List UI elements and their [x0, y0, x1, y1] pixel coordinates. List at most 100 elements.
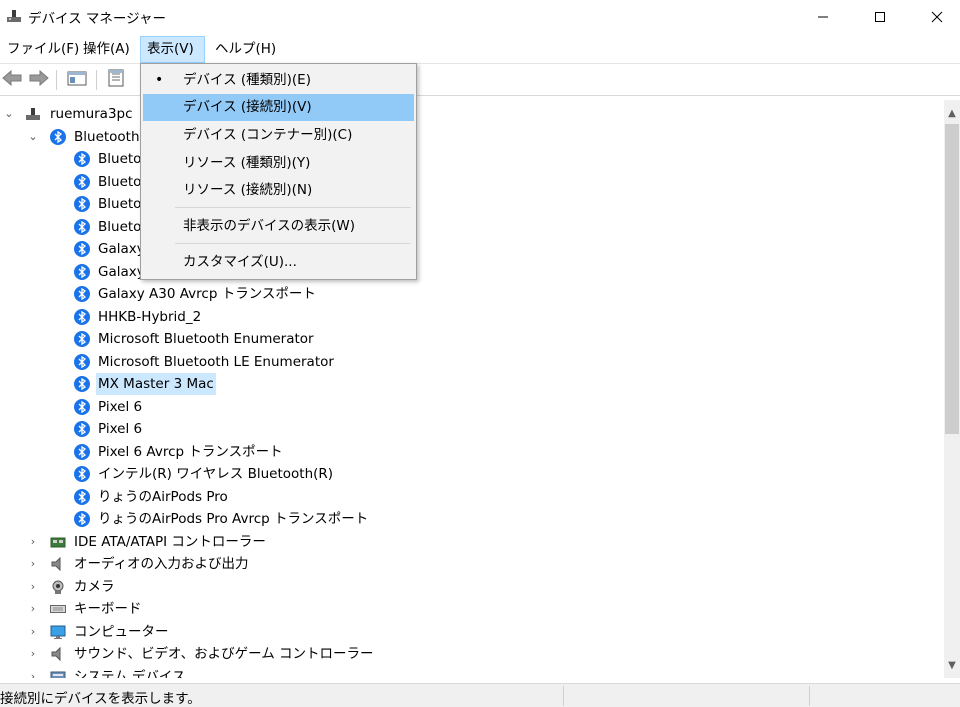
menu-item-devices-by-container[interactable]: デバイス (コンテナー別)(C)	[143, 122, 414, 149]
chevron-right-icon[interactable]: ›	[28, 531, 38, 553]
chevron-right-icon[interactable]: ›	[28, 643, 38, 665]
ide-controller-icon	[50, 534, 66, 550]
bluetooth-icon	[74, 488, 90, 505]
scroll-down-icon[interactable]: ▼	[944, 656, 960, 674]
chevron-right-icon[interactable]: ›	[28, 576, 38, 598]
tree-item-label: サウンド、ビデオ、およびゲーム コントローラー	[74, 646, 374, 662]
menu-bar: ファイル(F) 操作(A) 表示(V) ヘルプ(H)	[0, 36, 960, 63]
tree-item-label: IDE ATA/ATAPI コントローラー	[74, 533, 266, 550]
menu-item-label: リソース (種類別)(Y)	[183, 155, 311, 171]
menu-item-label: リソース (接続別)(N)	[183, 182, 313, 198]
tree-device-item[interactable]: HHKB-Hybrid_2	[0, 306, 940, 328]
menu-item-resources-by-type[interactable]: リソース (種類別)(Y)	[143, 150, 414, 177]
menu-item-show-hidden-devices[interactable]: 非表示のデバイスの表示(W)	[143, 213, 414, 240]
tree-category[interactable]: › サウンド、ビデオ、およびゲーム コントローラー	[0, 643, 940, 665]
maximize-icon	[874, 11, 886, 23]
status-separator	[809, 686, 810, 706]
tree-item-label: オーディオの入力および出力	[74, 556, 249, 572]
menu-view[interactable]: 表示(V)	[140, 36, 205, 63]
tree-device-item[interactable]: インテル(R) ワイヤレス Bluetooth(R)	[0, 463, 940, 485]
bluetooth-icon	[74, 443, 90, 460]
bluetooth-icon	[74, 308, 90, 325]
menu-item-label: デバイス (接続別)(V)	[183, 99, 312, 115]
tree-device-item[interactable]: Galaxy A30 Avrcp トランスポート	[0, 283, 940, 305]
tree-category[interactable]: › IDE ATA/ATAPI コントローラー	[0, 531, 940, 553]
tree-device-item[interactable]: Pixel 6	[0, 396, 940, 418]
forward-button[interactable]	[27, 69, 51, 91]
chevron-right-icon[interactable]: ›	[28, 621, 38, 643]
tree-category[interactable]: › システム デバイス	[0, 666, 940, 679]
chevron-down-icon[interactable]: ⌄	[28, 126, 38, 148]
back-arrow-icon	[2, 69, 22, 90]
tree-item-label: カメラ	[74, 578, 115, 595]
tree-item-label: Microsoft Bluetooth LE Enumerator	[98, 353, 334, 370]
tree-item-label: インテル(R) ワイヤレス Bluetooth(R)	[98, 466, 334, 482]
monitor-icon	[50, 624, 66, 640]
menu-action[interactable]: 操作(A)	[77, 36, 136, 63]
tree-item-label: MX Master 3 Mac	[96, 373, 216, 395]
menu-item-devices-by-connection[interactable]: デバイス (接続別)(V)	[143, 94, 414, 121]
chevron-right-icon[interactable]: ›	[28, 666, 38, 679]
console-tree-button[interactable]	[65, 69, 89, 91]
tree-device-item[interactable]: Pixel 6 Avrcp トランスポート	[0, 441, 940, 463]
bluetooth-icon	[74, 218, 90, 235]
bluetooth-icon	[74, 263, 90, 280]
console-tree-icon	[67, 70, 87, 90]
tree-category[interactable]: › カメラ	[0, 576, 940, 598]
speaker-icon	[50, 646, 66, 662]
title-bar: デバイス マネージャー	[0, 0, 960, 34]
tree-device-item[interactable]: MX Master 3 Mac	[0, 373, 940, 395]
scroll-up-icon[interactable]: ▲	[944, 104, 960, 122]
status-bar: 接続別にデバイスを表示します。	[0, 683, 960, 707]
tree-item-label: Pixel 6	[98, 398, 143, 415]
tree-item-label: コンピューター	[74, 623, 169, 640]
window-title: デバイス マネージャー	[28, 11, 166, 27]
menu-item-label: カスタマイズ(U)...	[183, 254, 297, 270]
bluetooth-icon	[74, 353, 90, 370]
menu-file[interactable]: ファイル(F)	[1, 36, 85, 63]
bluetooth-icon	[74, 286, 90, 302]
tree-item-label: システム デバイス	[74, 668, 186, 679]
menu-item-customize[interactable]: カスタマイズ(U)...	[143, 249, 414, 276]
menu-item-devices-by-type[interactable]: • デバイス (種類別)(E)	[143, 67, 414, 94]
tree-category[interactable]: › オーディオの入力および出力	[0, 553, 940, 575]
back-button[interactable]	[0, 69, 24, 91]
minimize-button[interactable]	[794, 0, 852, 34]
tree-item-label: Microsoft Bluetooth Enumerator	[98, 331, 314, 347]
tree-device-item[interactable]: Pixel 6	[0, 418, 940, 440]
menu-help[interactable]: ヘルプ(H)	[209, 36, 282, 63]
tree-device-item[interactable]: りょうのAirPods Pro	[0, 486, 940, 508]
menu-item-resources-by-connection[interactable]: リソース (接続別)(N)	[143, 177, 414, 204]
minimize-icon	[817, 11, 829, 23]
camera-icon	[50, 579, 66, 595]
bluetooth-icon	[74, 151, 90, 167]
close-icon	[931, 11, 943, 23]
tree-item-label: HHKB-Hybrid_2	[98, 308, 202, 325]
tree-device-item[interactable]: Microsoft Bluetooth LE Enumerator	[0, 351, 940, 373]
bluetooth-icon	[74, 331, 90, 347]
bluetooth-icon	[74, 196, 90, 212]
menu-separator	[175, 207, 411, 208]
tree-item-label: りょうのAirPods Pro	[98, 488, 228, 505]
chevron-right-icon[interactable]: ›	[28, 598, 38, 620]
properties-icon	[106, 69, 126, 91]
maximize-button[interactable]	[851, 0, 909, 34]
tree-device-item[interactable]: Microsoft Bluetooth Enumerator	[0, 328, 940, 350]
properties-button[interactable]	[104, 69, 128, 91]
tree-device-item[interactable]: りょうのAirPods Pro Avrcp トランスポート	[0, 508, 940, 530]
status-separator	[563, 686, 564, 706]
vertical-scrollbar[interactable]: ▲ ▼	[944, 100, 960, 678]
scroll-thumb[interactable]	[945, 124, 959, 434]
bluetooth-icon	[74, 398, 90, 415]
close-button[interactable]	[908, 0, 960, 34]
chevron-down-icon[interactable]: ⌄	[4, 103, 14, 125]
chevron-right-icon[interactable]: ›	[28, 553, 38, 575]
tree-category[interactable]: › コンピューター	[0, 621, 940, 643]
bluetooth-icon	[74, 173, 90, 190]
bluetooth-icon	[74, 241, 90, 257]
speaker-icon	[50, 556, 66, 572]
tree-category[interactable]: › キーボード	[0, 598, 940, 620]
tree-item-label: ruemura3pc	[50, 106, 133, 122]
menu-separator	[175, 243, 411, 244]
tree-item-label: Galaxy A30 Avrcp トランスポート	[98, 286, 316, 302]
